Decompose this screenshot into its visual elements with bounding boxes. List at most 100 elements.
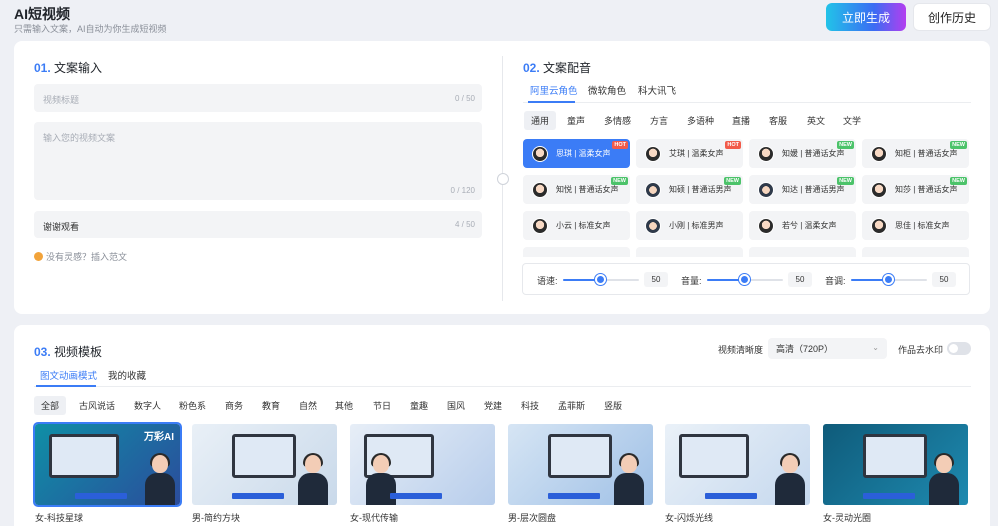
template-filter-chip[interactable]: 全部 xyxy=(34,396,67,415)
template-name: 男-简约方块 xyxy=(192,513,240,523)
voice-avatar xyxy=(645,181,661,198)
template-filter-chip[interactable]: 科技 xyxy=(514,396,546,415)
voice-option[interactable]: 小云 | 标准女声 xyxy=(523,211,630,240)
template-thumbnail[interactable] xyxy=(350,424,495,505)
volume-slider-thumb[interactable] xyxy=(739,274,750,285)
voice-option[interactable]: 知悦 | 普通话女声 NEW xyxy=(523,175,630,204)
voice-badge: NEW xyxy=(611,177,628,185)
provider-tabs-line xyxy=(523,102,971,103)
voice-option[interactable]: 思琪 | 温柔女声 HOT xyxy=(523,139,630,168)
template-filter-chip[interactable]: 童趣 xyxy=(403,396,435,415)
voice-option[interactable]: 思佳 | 标准女声 xyxy=(862,211,969,240)
voice-category-multilingual[interactable]: 多语种 xyxy=(680,111,721,130)
voice-category-live[interactable]: 直播 xyxy=(725,111,757,130)
tab-microsoft-voices[interactable]: 微软角色 xyxy=(588,83,626,97)
template-thumbnail[interactable] xyxy=(823,424,968,505)
template-filter-chip[interactable]: 商务 xyxy=(218,396,250,415)
template-filter-chip[interactable]: 党建 xyxy=(477,396,509,415)
template-filter-chip[interactable]: 竖版 xyxy=(597,396,629,415)
speed-label: 语速: xyxy=(537,276,558,286)
template-thumbnail[interactable] xyxy=(508,424,653,505)
watermark-label: 作品去水印 xyxy=(898,345,944,355)
voice-category-child[interactable]: 童声 xyxy=(560,111,592,130)
video-content-field[interactable]: 输入您的视频文案 0 / 120 xyxy=(34,122,482,200)
tab-graphic-animation[interactable]: 图文动画模式 xyxy=(40,368,97,382)
template-filter-chip[interactable]: 其他 xyxy=(328,396,360,415)
ending-text-field[interactable]: 谢谢观看 4 / 50 xyxy=(34,211,482,238)
voice-avatar xyxy=(758,181,774,198)
video-title-field[interactable]: 视频标题 0 / 50 xyxy=(34,84,482,112)
template-filter-chip[interactable]: 国风 xyxy=(440,396,472,415)
voice-option-label: 小刚 | 标准男声 xyxy=(669,221,724,230)
insert-sample-link[interactable]: 没有灵感？插入范文 xyxy=(34,250,127,263)
voice-avatar xyxy=(871,181,887,198)
template-filter-chip[interactable]: 自然 xyxy=(292,396,324,415)
tab-aliyun-voices[interactable]: 阿里云角色 xyxy=(530,83,578,97)
voice-category-english[interactable]: 英文 xyxy=(800,111,832,130)
speed-value[interactable]: 50 xyxy=(644,272,668,287)
section-title-template: 03. 视频模板 xyxy=(34,345,103,359)
voice-avatar xyxy=(871,145,887,162)
voice-option[interactable]: 知硕 | 普通话男声 NEW xyxy=(636,175,743,204)
template-screen-graphic xyxy=(232,434,296,478)
template-caption-bar xyxy=(548,493,600,499)
voice-option[interactable]: 知达 | 普通话男声 NEW xyxy=(749,175,856,204)
pitch-value[interactable]: 50 xyxy=(932,272,956,287)
template-name: 女-现代传输 xyxy=(350,513,398,523)
voice-avatar xyxy=(532,181,548,198)
voice-option[interactable]: 知柜 | 普通话女声 NEW xyxy=(862,139,969,168)
template-filter-chip[interactable]: 粉色系 xyxy=(172,396,213,415)
tab-favorites[interactable]: 我的收藏 xyxy=(108,368,146,382)
voice-category-general[interactable]: 通用 xyxy=(524,111,557,130)
generate-button[interactable]: 立即生成 xyxy=(826,3,906,31)
template-filter-chip[interactable]: 孟菲斯 xyxy=(551,396,592,415)
voice-option[interactable]: 小刚 | 标准男声 xyxy=(636,211,743,240)
voice-option[interactable]: 知莎 | 普通话女声 NEW xyxy=(862,175,969,204)
bulb-icon xyxy=(34,252,43,261)
voice-option[interactable]: 艾琪 | 温柔女声 HOT xyxy=(636,139,743,168)
voice-avatar xyxy=(758,145,774,162)
template-filter-chip[interactable]: 数字人 xyxy=(127,396,168,415)
voice-badge: NEW xyxy=(837,141,854,149)
volume-value[interactable]: 50 xyxy=(788,272,812,287)
voice-badge: NEW xyxy=(837,177,854,185)
template-presenter xyxy=(773,453,807,505)
template-thumbnail[interactable]: 万彩AI xyxy=(33,422,182,507)
template-filter-chip[interactable]: 节日 xyxy=(366,396,398,415)
voice-option-label: 知悦 | 普通话女声 xyxy=(556,185,619,194)
quality-select[interactable]: 高清（720P） ⌄ xyxy=(768,338,887,359)
template-tabs-line xyxy=(34,386,971,387)
voice-category-dialect[interactable]: 方言 xyxy=(643,111,675,130)
voice-avatar xyxy=(871,217,887,234)
tab-iflytek-voices[interactable]: 科大讯飞 xyxy=(638,83,676,97)
template-thumbnail[interactable] xyxy=(192,424,337,505)
voice-option-label: 知柜 | 普通话女声 xyxy=(895,149,958,158)
voice-grid-overflow-row xyxy=(523,247,971,257)
voice-badge: NEW xyxy=(950,141,967,149)
template-caption-bar xyxy=(75,493,127,499)
template-presenter xyxy=(612,453,646,505)
voice-category-literature[interactable]: 文学 xyxy=(836,111,868,130)
template-caption-bar xyxy=(705,493,757,499)
page-title: AI短视频 xyxy=(14,6,70,22)
template-screen-graphic xyxy=(863,434,927,478)
template-filter-chip[interactable]: 古风说话 xyxy=(72,396,122,415)
voice-settings-panel: 语速: 50 音量: 50 音调: 50 xyxy=(522,263,970,295)
section-title-script: 01. 文案输入 xyxy=(34,61,103,75)
voice-option[interactable]: 若兮 | 温柔女声 xyxy=(749,211,856,240)
voice-category-emotion[interactable]: 多情感 xyxy=(597,111,638,130)
voice-badge: HOT xyxy=(612,141,628,149)
history-button[interactable]: 创作历史 xyxy=(913,3,991,31)
pitch-slider-thumb[interactable] xyxy=(883,274,894,285)
watermark-toggle[interactable] xyxy=(947,342,971,355)
template-tab-indicator xyxy=(36,385,96,387)
speed-slider-thumb[interactable] xyxy=(595,274,606,285)
voice-option-label: 知达 | 普通话男声 xyxy=(782,185,845,194)
divider-handle[interactable] xyxy=(497,173,509,185)
template-filter-chip[interactable]: 教育 xyxy=(255,396,287,415)
voice-option[interactable]: 知媛 | 普通话女声 NEW xyxy=(749,139,856,168)
template-thumbnail[interactable] xyxy=(665,424,810,505)
video-title-placeholder: 视频标题 xyxy=(43,95,80,105)
voice-category-service[interactable]: 客服 xyxy=(762,111,794,130)
video-content-count: 0 / 120 xyxy=(450,186,475,195)
